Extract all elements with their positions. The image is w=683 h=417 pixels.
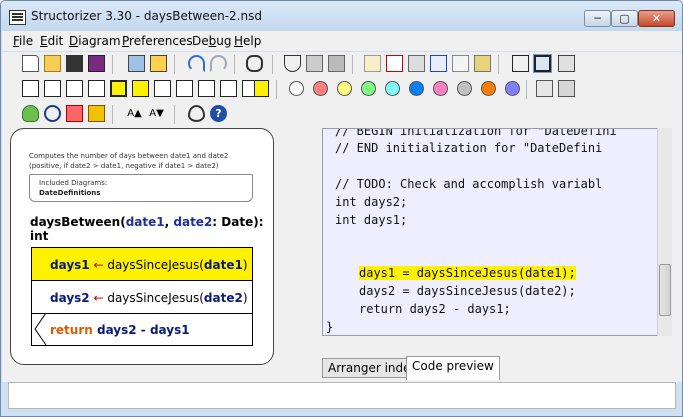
add-forever-loop-icon[interactable] [154, 80, 171, 97]
color-white-icon[interactable] [289, 81, 304, 96]
jump-shape-icon [34, 313, 47, 346]
toolbar-row-1 [2, 52, 682, 77]
window-title: Structorizer 3.30 - daysBetween-2.nsd [31, 9, 262, 23]
title-bar: Structorizer 3.30 - daysBetween-2.nsd ─ … [1, 1, 682, 31]
color-cyan-icon[interactable] [385, 81, 400, 96]
print-icon[interactable] [128, 55, 145, 72]
app-window: Structorizer 3.30 - daysBetween-2.nsd ─ … [0, 0, 683, 417]
add-while-loop-icon[interactable] [110, 80, 127, 97]
code-vertical-scrollbar[interactable] [657, 128, 672, 336]
executor-gear-icon[interactable] [44, 105, 61, 122]
included-diagrams-box: Included Diagrams: DateDefinitions [29, 174, 253, 202]
close-button[interactable]: ✕ [638, 10, 675, 27]
code-line: return days2 - days1; [359, 302, 511, 316]
diagram-comment: Computes the number of days between date… [29, 152, 229, 170]
edit-element-icon[interactable] [364, 55, 381, 72]
add-include-icon[interactable] [254, 80, 269, 97]
bottom-tabs: Arranger index Code preview [322, 356, 672, 380]
main-area: Computes the number of days between date… [2, 126, 682, 382]
find-icon[interactable] [246, 55, 263, 72]
add-repeat-loop-icon[interactable] [132, 80, 149, 97]
close-icon: ✕ [651, 12, 662, 25]
app-icon [9, 10, 26, 25]
arrange-icon[interactable] [536, 80, 553, 97]
group-icon[interactable] [558, 55, 575, 72]
save-as-icon[interactable] [88, 55, 105, 72]
code-line: // END initialization for "DateDefini [335, 141, 603, 155]
code-line: int days1; [335, 213, 408, 227]
color-violet-icon[interactable] [505, 81, 520, 96]
maximize-icon: ▢ [619, 12, 630, 25]
code-line-highlighted: days1 = daysSinceJesus(date1); [359, 266, 576, 280]
add-parallel-icon[interactable] [220, 80, 237, 97]
minimize-icon: ─ [594, 12, 601, 25]
analyser-icon[interactable] [66, 105, 83, 122]
maximize-button[interactable]: ▢ [611, 10, 638, 27]
copy-icon[interactable] [306, 55, 323, 72]
add-jump-icon[interactable] [198, 80, 215, 97]
paste-icon[interactable] [328, 55, 345, 72]
color-yellow-icon[interactable] [337, 81, 352, 96]
instruction-element[interactable]: days2 ← daysSinceJesus(date2) [31, 280, 253, 314]
undo-icon[interactable] [188, 55, 205, 72]
arranger-icon[interactable] [558, 80, 575, 97]
open-folder-icon[interactable] [44, 55, 61, 72]
expand-icon[interactable] [533, 54, 552, 73]
menu-help[interactable]: Help [234, 34, 261, 48]
menu-edit[interactable]: Edit [40, 34, 63, 48]
status-bar [8, 382, 676, 409]
add-case-icon[interactable] [66, 80, 83, 97]
cut-icon[interactable] [284, 55, 301, 72]
scrollbar-thumb[interactable] [659, 264, 671, 316]
help-icon[interactable]: ? [210, 105, 227, 122]
code-line: days2 = daysSinceJesus(date2); [359, 284, 576, 298]
analysis-report-icon[interactable] [88, 105, 105, 122]
export-picture-icon[interactable] [150, 55, 167, 72]
move-up-icon[interactable] [408, 55, 425, 72]
code-line: } [326, 320, 334, 334]
add-for-loop-icon[interactable] [88, 80, 105, 97]
font-decrease-icon[interactable]: A▼ [148, 105, 165, 122]
function-signature: daysBetween(date1, date2: Date): int [30, 215, 264, 243]
eye-icon[interactable] [188, 105, 205, 122]
minimize-button[interactable]: ─ [584, 10, 611, 27]
color-green-icon[interactable] [361, 81, 376, 96]
outsource-icon[interactable] [474, 55, 491, 72]
transmute-icon[interactable] [452, 55, 469, 72]
code-line: // BEGIN initialization for "DateDefini [335, 128, 617, 138]
menu-debug[interactable]: Debug [192, 34, 231, 48]
toolbar-row-2 [2, 77, 682, 102]
color-gray-icon[interactable] [457, 81, 472, 96]
menu-file[interactable]: File [13, 34, 33, 48]
code-line: int days2; [335, 195, 408, 209]
delete-element-icon[interactable] [386, 55, 403, 72]
collapse-icon[interactable] [512, 55, 529, 72]
diagram-canvas[interactable]: Computes the number of days between date… [10, 128, 274, 365]
toolbar-row-3: A▲ A▼ ? [2, 102, 682, 127]
new-file-icon[interactable] [22, 55, 39, 72]
font-increase-icon[interactable]: A▲ [126, 105, 143, 122]
instruction-element[interactable]: days1 ← daysSinceJesus(date1) [31, 247, 253, 281]
code-line: // TODO: Check and accomplish variabl [335, 177, 603, 191]
menu-diagram[interactable]: Diagram [69, 34, 121, 48]
add-instruction-icon[interactable] [22, 80, 39, 97]
save-icon[interactable] [66, 55, 83, 72]
menu-preferences[interactable]: Preferences [122, 34, 193, 48]
color-blue-icon[interactable] [409, 81, 424, 96]
menu-bar: File Edit Diagram Preferences Debug Help [2, 31, 682, 51]
move-down-icon[interactable] [430, 55, 447, 72]
color-pink-icon[interactable] [433, 81, 448, 96]
redo-icon[interactable] [210, 55, 227, 72]
code-preview[interactable]: // BEGIN initialization for "DateDefini … [322, 128, 659, 336]
add-call-icon[interactable] [176, 80, 193, 97]
tab-code-preview[interactable]: Code preview [406, 356, 500, 380]
turtle-icon[interactable] [22, 105, 39, 122]
add-alternative-icon[interactable] [44, 80, 61, 97]
color-red-icon[interactable] [313, 81, 328, 96]
return-jump-element[interactable]: return days2 - days1 [31, 313, 253, 346]
color-orange-icon[interactable] [481, 81, 496, 96]
